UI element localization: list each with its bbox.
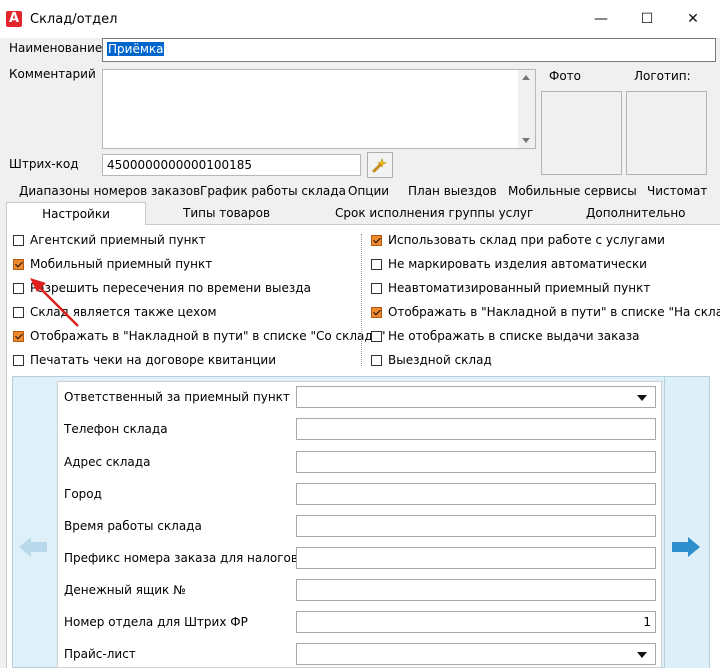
generate-barcode-button[interactable]: [367, 152, 393, 178]
checkbox-box[interactable]: [371, 354, 382, 366]
name-label: Наименование: [9, 41, 103, 55]
checkbox-label: Не маркировать изделия автоматически: [388, 257, 647, 271]
close-icon: ✕: [687, 11, 699, 27]
tab-trip-plan[interactable]: План выездов: [408, 184, 497, 198]
field-label-responsible: Ответственный за приемный пункт: [64, 390, 290, 404]
barcode-value: 4500000000000100185: [107, 158, 253, 172]
checkbox-label: Использовать склад при работе с услугами: [388, 233, 665, 247]
checkbox-box[interactable]: [371, 234, 382, 246]
dropdown-arrow-icon[interactable]: [637, 652, 647, 658]
window-title: Склад/отдел: [30, 12, 118, 27]
scroll-up-icon[interactable]: [522, 75, 530, 80]
field-label-hours: Время работы склада: [64, 519, 202, 533]
tax-prefix-input[interactable]: [296, 547, 656, 569]
barcode-input[interactable]: 4500000000000100185: [102, 154, 361, 176]
checkbox-hide-in-pickup-list[interactable]: Не отображать в списке выдачи заказа: [371, 327, 639, 345]
checkbox-mobile-warehouse[interactable]: Выездной склад: [371, 351, 492, 369]
field-value: 1: [643, 615, 651, 629]
tab-mobile-services[interactable]: Мобильные сервисы: [508, 184, 637, 198]
checkbox-show-to-warehouse[interactable]: Отображать в "Накладной в пути" в списке…: [371, 303, 720, 321]
tab-chistomat[interactable]: Чистомат: [647, 184, 707, 198]
checkbox-label: Неавтоматизированный приемный пункт: [388, 281, 651, 295]
checkbox-box[interactable]: [371, 258, 382, 270]
address-input[interactable]: [296, 451, 656, 473]
field-label-tax-prefix: Префикс номера заказа для налоговой: [64, 551, 314, 565]
minimize-icon: —: [594, 11, 608, 27]
name-input[interactable]: Приёмка: [102, 38, 716, 62]
checkbox-label: Отображать в "Накладной в пути" в списке…: [388, 305, 720, 319]
tab-options[interactable]: Опции: [348, 184, 389, 198]
price-list-dropdown[interactable]: [296, 643, 656, 665]
logo-box[interactable]: [626, 91, 707, 175]
checkbox-box[interactable]: [13, 330, 24, 342]
comment-textarea[interactable]: [102, 69, 536, 149]
field-label-price-list: Прайс-лист: [64, 647, 136, 661]
checkbox-box[interactable]: [13, 234, 24, 246]
minimize-button[interactable]: —: [578, 0, 624, 38]
checkbox-label: Печатать чеки на договоре квитанции: [30, 353, 277, 367]
logo-label: Логотип:: [634, 69, 691, 83]
phone-input[interactable]: [296, 418, 656, 440]
checkbox-box[interactable]: [371, 282, 382, 294]
maximize-icon: ☐: [640, 11, 654, 27]
checkbox-box[interactable]: [13, 258, 24, 270]
cash-drawer-input[interactable]: [296, 579, 656, 601]
department-number-input[interactable]: 1: [296, 611, 656, 633]
checkbox-box[interactable]: [13, 354, 24, 366]
dropdown-arrow-icon[interactable]: [637, 395, 647, 401]
tab-schedule[interactable]: График работы склада: [200, 184, 346, 198]
tab-product-types[interactable]: Типы товаров: [183, 206, 270, 220]
wand-icon: [372, 158, 387, 173]
tab-service-deadline[interactable]: Срок исполнения группы услуг: [335, 206, 533, 220]
tab-settings[interactable]: Настройки: [6, 202, 146, 225]
checkbox-print-receipts[interactable]: Печатать чеки на договоре квитанции: [13, 351, 276, 369]
close-button[interactable]: ✕: [670, 0, 716, 38]
field-label-phone: Телефон склада: [64, 422, 168, 436]
checkbox-label: Агентский приемный пункт: [30, 233, 206, 247]
checkbox-use-with-services[interactable]: Использовать склад при работе с услугами: [371, 231, 665, 249]
comment-label: Комментарий: [9, 67, 96, 81]
column-divider: [361, 234, 362, 366]
checkbox-box[interactable]: [371, 330, 382, 342]
next-page-strip: [664, 377, 709, 668]
checkbox-label: Выездной склад: [388, 353, 492, 367]
field-label-address: Адрес склада: [64, 455, 151, 469]
field-label-department-number: Номер отдела для Штрих ФР: [64, 615, 248, 629]
hours-input[interactable]: [296, 515, 656, 537]
checkbox-box[interactable]: [13, 282, 24, 294]
checkbox-box[interactable]: [13, 306, 24, 318]
prev-page-arrow-icon[interactable]: [18, 536, 48, 558]
scroll-down-icon[interactable]: [522, 138, 530, 143]
photo-box[interactable]: [541, 91, 622, 175]
annotation-arrow-icon: [30, 278, 79, 327]
checkbox-label: Не отображать в списке выдачи заказа: [388, 329, 640, 343]
checkbox-non-automated-point[interactable]: Неавтоматизированный приемный пункт: [371, 279, 650, 297]
app-icon: A: [6, 11, 22, 27]
tab-additional[interactable]: Дополнительно: [586, 206, 686, 220]
barcode-label: Штрих-код: [9, 157, 79, 171]
checkbox-box[interactable]: [371, 306, 382, 318]
city-input[interactable]: [296, 483, 656, 505]
name-value: Приёмка: [107, 42, 165, 56]
checkbox-no-auto-marking[interactable]: Не маркировать изделия автоматически: [371, 255, 647, 273]
photo-label: Фото: [549, 69, 582, 83]
field-label-city: Город: [64, 487, 102, 501]
comment-scrollbar[interactable]: [518, 70, 535, 148]
responsible-dropdown[interactable]: [296, 386, 656, 408]
next-page-arrow-icon[interactable]: [671, 536, 701, 558]
checkbox-agent-point[interactable]: Агентский приемный пункт: [13, 231, 206, 249]
title-bar: A Склад/отдел — ☐ ✕: [0, 0, 720, 38]
checkbox-label: Мобильный приемный пункт: [30, 257, 213, 271]
tab-order-ranges[interactable]: Диапазоны номеров заказов: [19, 184, 200, 198]
field-label-cash-drawer: Денежный ящик №: [64, 583, 186, 597]
maximize-button[interactable]: ☐: [624, 0, 670, 38]
